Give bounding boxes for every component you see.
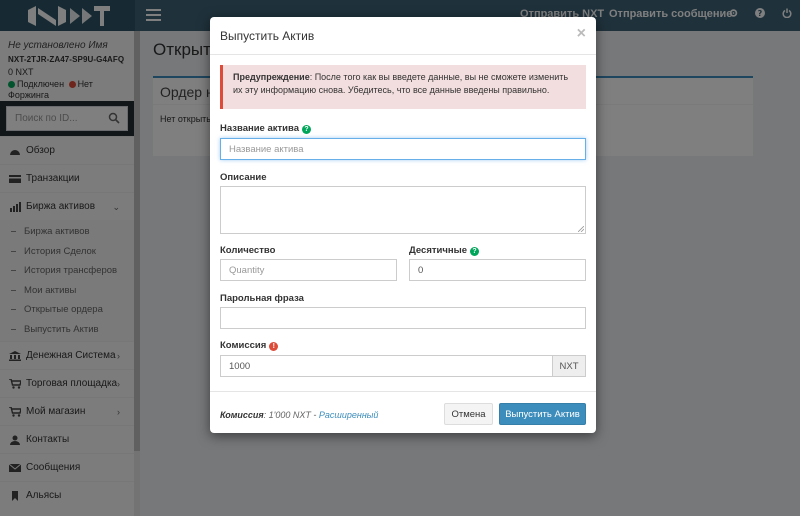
description-textarea[interactable] — [220, 186, 586, 234]
fee-input[interactable]: 1000 — [220, 355, 553, 377]
quantity-label: Количество — [220, 245, 276, 256]
issue-asset-button[interactable]: Выпустить Актив — [499, 403, 586, 425]
footer-fee-info: Комиссия: 1'000 NXT - Расширенный — [220, 410, 378, 420]
fee-label-text: Комиссия — [220, 340, 267, 351]
asset-name-placeholder: Название актива — [229, 143, 304, 155]
footer-fee-value: : 1'000 NXT - — [263, 410, 319, 420]
help-icon[interactable]: ? — [470, 247, 480, 256]
alert-icon[interactable]: ! — [269, 342, 279, 351]
modal-title: Выпустить Актив — [220, 29, 315, 43]
footer-fee-label: Комиссия — [220, 410, 264, 420]
asset-name-label: Название актива? — [220, 123, 312, 134]
asset-name-label-text: Название актива — [220, 123, 300, 134]
decimals-input[interactable]: 0 — [409, 259, 586, 281]
issue-asset-modal: Выпустить Актив × Предупреждение: После … — [210, 17, 596, 433]
cancel-button[interactable]: Отмена — [444, 403, 493, 425]
resize-handle-icon[interactable] — [578, 226, 584, 232]
fee-value: 1000 — [229, 360, 251, 372]
fee-unit-addon: NXT — [552, 355, 586, 377]
passphrase-input[interactable] — [220, 307, 586, 329]
warning-title: Предупреждение — [233, 72, 310, 82]
modal-footer: Комиссия: 1'000 NXT - Расширенный Отмена… — [210, 391, 596, 433]
fee-label: Комиссия! — [220, 340, 279, 351]
passphrase-label: Парольная фраза — [220, 293, 304, 304]
quantity-placeholder: Quantity — [229, 264, 265, 276]
advanced-link[interactable]: Расширенный — [319, 410, 379, 420]
description-label: Описание — [220, 172, 267, 183]
decimals-label: Десятичные? — [409, 245, 480, 256]
warning-alert: Предупреждение: После того как вы введет… — [220, 65, 586, 109]
quantity-input[interactable]: Quantity — [220, 259, 397, 281]
close-icon[interactable]: × — [577, 25, 586, 43]
modal-header: Выпустить Актив × — [210, 17, 596, 55]
asset-name-input[interactable]: Название актива — [220, 138, 586, 160]
decimals-value: 0 — [418, 264, 424, 276]
help-icon[interactable]: ? — [302, 125, 312, 134]
decimals-label-text: Десятичные — [409, 245, 468, 256]
